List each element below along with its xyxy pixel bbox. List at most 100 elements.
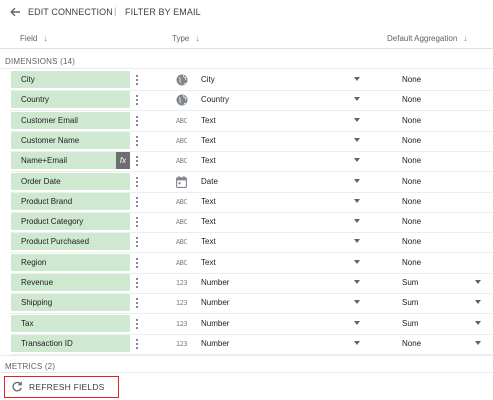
header-separator: |	[114, 6, 117, 16]
field-name-chip[interactable]: Country	[11, 91, 130, 109]
formula-icon[interactable]: fx	[116, 152, 130, 170]
more-vert-icon[interactable]	[133, 316, 141, 332]
field-type-value[interactable]: Number	[201, 298, 229, 307]
more-vert-icon[interactable]	[133, 133, 141, 149]
refresh-fields-label: REFRESH FIELDS	[29, 382, 105, 392]
more-vert-icon[interactable]	[133, 336, 141, 352]
field-type-value[interactable]: Text	[201, 136, 216, 145]
aggregation-value: None	[402, 217, 422, 227]
field-name-chip[interactable]: Name+Email fx	[11, 152, 130, 170]
aggregation-dropdown-arrow-icon[interactable]	[475, 320, 481, 325]
field-type-value[interactable]: Text	[201, 116, 216, 125]
type-dropdown-arrow-icon[interactable]	[354, 320, 360, 325]
type-dropdown-arrow-icon[interactable]	[354, 137, 360, 142]
field-row: City City None	[0, 70, 493, 91]
number-icon: 123	[175, 299, 188, 308]
more-vert-icon[interactable]	[133, 72, 141, 88]
more-vert-icon[interactable]	[133, 113, 141, 129]
more-vert-icon[interactable]	[133, 295, 141, 311]
globe-icon	[175, 94, 188, 106]
type-dropdown-arrow-icon[interactable]	[354, 158, 360, 163]
type-dropdown-arrow-icon[interactable]	[354, 259, 360, 264]
refresh-fields-button[interactable]: REFRESH FIELDS	[4, 376, 119, 398]
field-row: Customer Email ABC Text None	[0, 111, 493, 132]
section-divider	[0, 372, 493, 373]
field-type-value[interactable]: Number	[201, 278, 229, 287]
more-vert-icon[interactable]	[133, 153, 141, 169]
number-icon: 123	[175, 319, 188, 328]
arrow-down-icon: ↓	[195, 33, 200, 43]
field-name: Region	[21, 257, 47, 267]
type-dropdown-arrow-icon[interactable]	[354, 239, 360, 244]
calendar-icon	[175, 175, 188, 188]
field-type-value[interactable]: Country	[201, 95, 229, 104]
type-dropdown-arrow-icon[interactable]	[354, 300, 360, 305]
type-column-header[interactable]: Type ↓	[172, 33, 200, 43]
more-vert-icon[interactable]	[133, 92, 141, 108]
field-name-chip[interactable]: Revenue	[11, 274, 130, 291]
more-vert-icon[interactable]	[133, 275, 141, 291]
field-name-chip[interactable]: Product Brand	[11, 192, 130, 210]
field-name-chip[interactable]: Product Category	[11, 213, 130, 231]
aggregation-value[interactable]: Sum	[402, 278, 418, 287]
field-name-chip[interactable]: Region	[11, 253, 130, 271]
type-dropdown-arrow-icon[interactable]	[354, 77, 360, 81]
aggregation-column-header[interactable]: Default Aggregation ↓	[387, 33, 468, 43]
abc-icon: ABC	[175, 116, 188, 125]
type-dropdown-arrow-icon[interactable]	[354, 219, 360, 224]
section-divider	[0, 68, 493, 69]
field-name-chip[interactable]: Shipping	[11, 294, 130, 312]
more-vert-icon[interactable]	[133, 234, 141, 250]
aggregation-dropdown-arrow-icon[interactable]	[475, 280, 481, 284]
column-header: Field ↓ Type ↓ Default Aggregation ↓	[0, 27, 493, 49]
filter-by-email-link[interactable]: FILTER BY EMAIL	[125, 7, 201, 17]
more-vert-icon[interactable]	[133, 255, 141, 271]
field-type-value[interactable]: Text	[201, 217, 216, 226]
type-dropdown-arrow-icon[interactable]	[354, 97, 360, 102]
type-dropdown-arrow-icon[interactable]	[354, 340, 360, 345]
more-vert-icon[interactable]	[133, 174, 141, 190]
aggregation-value[interactable]: Sum	[402, 319, 418, 328]
field-name: Order Date	[21, 176, 61, 186]
field-type-value[interactable]: Number	[201, 319, 229, 328]
abc-icon: ABC	[175, 157, 188, 166]
aggregation-dropdown-arrow-icon[interactable]	[475, 300, 481, 305]
field-name-chip[interactable]: Customer Name	[11, 131, 130, 149]
aggregation-value: None	[402, 95, 422, 105]
field-type-value[interactable]: City	[201, 75, 215, 84]
field-type-value[interactable]: Date	[201, 177, 218, 186]
aggregation-value[interactable]: Sum	[402, 298, 418, 307]
field-type-value[interactable]: Number	[201, 339, 229, 348]
field-name: Customer Name	[21, 135, 80, 145]
arrow-down-icon: ↓	[43, 33, 48, 43]
aggregation-value: None	[402, 75, 422, 84]
field-type-value[interactable]: Text	[201, 237, 216, 246]
field-name-chip[interactable]: City	[11, 71, 130, 88]
field-type-value[interactable]: Text	[201, 156, 216, 165]
aggregation-value: None	[402, 176, 422, 186]
type-dropdown-arrow-icon[interactable]	[354, 117, 360, 122]
type-header-label: Type	[172, 33, 190, 43]
field-row: Name+Email fx ABC Text None	[0, 151, 493, 173]
field-row: Product Purchased ABC Text None	[0, 232, 493, 254]
field-name-chip[interactable]: Product Purchased	[11, 233, 130, 251]
aggregation-dropdown-arrow-icon[interactable]	[475, 340, 481, 345]
field-type-value[interactable]: Text	[201, 197, 216, 206]
metrics-section-label: METRICS (2)	[5, 362, 56, 371]
more-vert-icon[interactable]	[133, 214, 141, 230]
field-name-chip[interactable]: Order Date	[11, 172, 130, 190]
field-name-chip[interactable]: Tax	[11, 314, 130, 332]
aggregation-value[interactable]: None	[402, 339, 421, 348]
arrow-left-icon[interactable]	[9, 6, 21, 18]
more-vert-icon[interactable]	[133, 194, 141, 210]
field-name-chip[interactable]: Transaction ID	[11, 334, 130, 352]
field-type-value[interactable]: Text	[201, 258, 216, 267]
edit-connection-link[interactable]: EDIT CONNECTION	[28, 7, 113, 17]
type-dropdown-arrow-icon[interactable]	[354, 280, 360, 284]
type-dropdown-arrow-icon[interactable]	[354, 198, 360, 203]
type-dropdown-arrow-icon[interactable]	[354, 178, 360, 183]
field-column-header[interactable]: Field ↓	[20, 33, 48, 43]
field-name-chip[interactable]: Customer Email	[11, 111, 130, 129]
field-name: Shipping	[21, 298, 53, 308]
aggregation-value: None	[402, 115, 422, 125]
